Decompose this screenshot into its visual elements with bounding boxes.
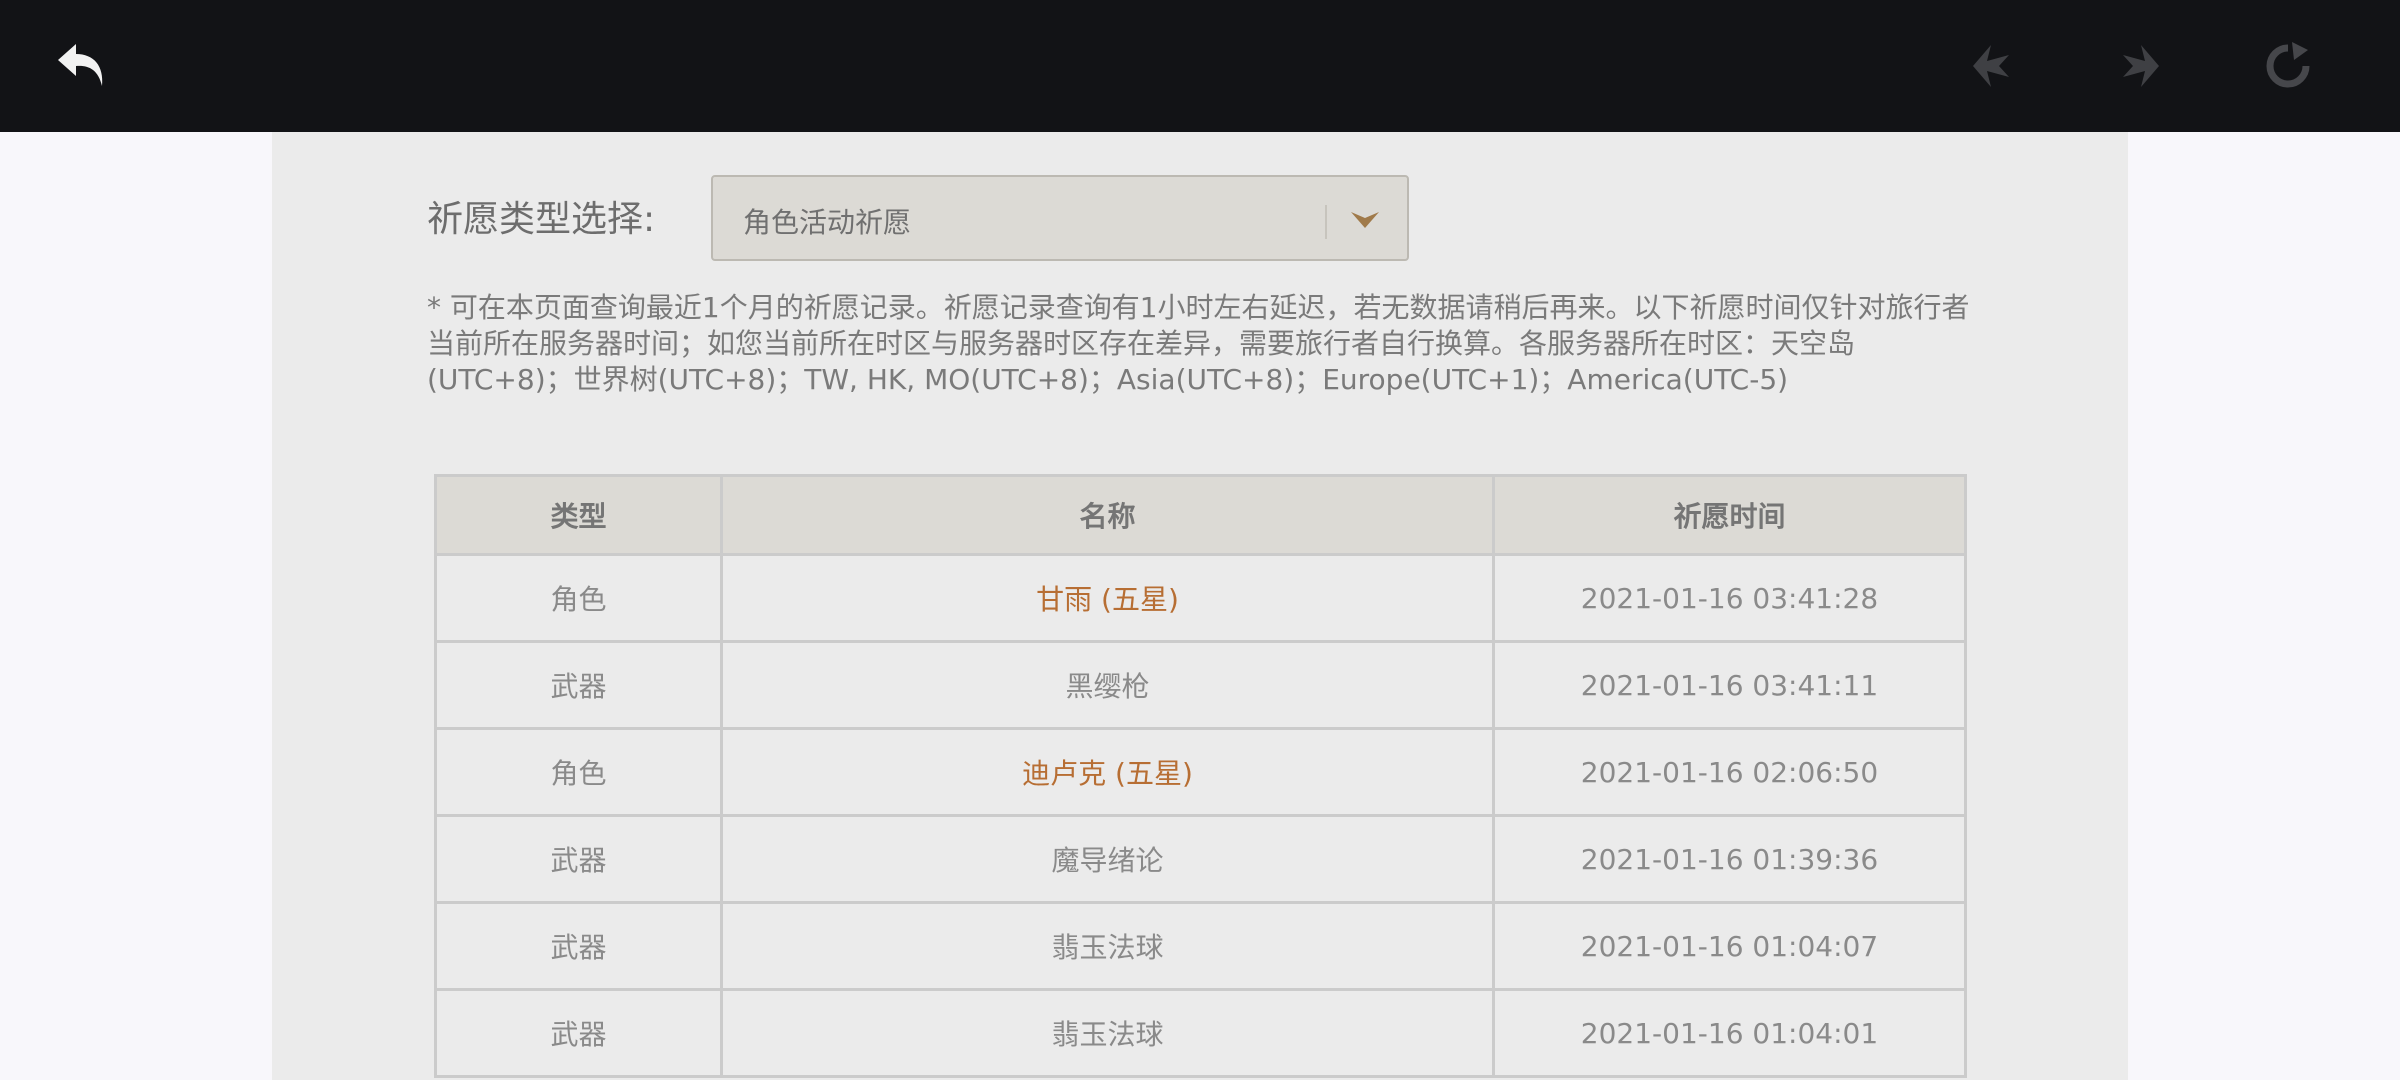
refresh-icon <box>2266 42 2310 88</box>
cell-time: 2021-01-16 03:41:11 <box>1492 640 1967 730</box>
cell-name: 黑缨枪 <box>720 640 1495 730</box>
chevron-down-icon <box>1345 201 1385 239</box>
refresh-button[interactable] <box>2258 36 2318 96</box>
table-row: 武器 翡玉法球 2021-01-16 01:04:07 <box>434 901 1967 991</box>
cell-name: 魔导绪论 <box>720 814 1495 904</box>
gacha-history-panel: 祈愿类型选择: 角色活动祈愿 * 可在本页面查询最近1个月的祈愿记录。祈愿记录查… <box>272 132 2128 1080</box>
header-type: 类型 <box>434 474 723 556</box>
select-divider <box>1325 205 1327 239</box>
wish-type-select[interactable]: 角色活动祈愿 <box>711 175 1409 261</box>
table-row: 武器 魔导绪论 2021-01-16 01:39:36 <box>434 814 1967 904</box>
cell-type: 武器 <box>434 901 723 991</box>
table-row: 武器 翡玉法球 2021-01-16 01:04:01 <box>434 988 1967 1078</box>
top-toolbar <box>0 0 2400 132</box>
wish-history-table: 类型 名称 祈愿时间 角色 甘雨 (五星) 2021-01-16 03:41:2… <box>434 474 1967 1078</box>
table-row: 角色 迪卢克 (五星) 2021-01-16 02:06:50 <box>434 727 1967 817</box>
back-button[interactable] <box>52 36 112 96</box>
cell-type: 武器 <box>434 814 723 904</box>
table-row: 武器 黑缨枪 2021-01-16 03:41:11 <box>434 640 1967 730</box>
header-name: 名称 <box>720 474 1495 556</box>
cell-type: 角色 <box>434 553 723 643</box>
wish-type-selected: 角色活动祈愿 <box>743 206 912 239</box>
cell-name: 翡玉法球 <box>720 901 1495 991</box>
prev-diamond-icon <box>1973 45 2009 87</box>
query-notice: * 可在本页面查询最近1个月的祈愿记录。祈愿记录查询有1小时左右延迟，若无数据请… <box>427 291 1970 396</box>
cell-time: 2021-01-16 03:41:28 <box>1492 553 1967 643</box>
cell-name: 翡玉法球 <box>720 988 1495 1078</box>
next-diamond-icon <box>2123 45 2159 87</box>
table-header-row: 类型 名称 祈愿时间 <box>434 474 1967 556</box>
next-page-button[interactable] <box>2110 36 2170 96</box>
cell-time: 2021-01-16 01:04:07 <box>1492 901 1967 991</box>
cell-type: 武器 <box>434 988 723 1078</box>
back-arrow-icon <box>58 44 103 86</box>
cell-time: 2021-01-16 01:39:36 <box>1492 814 1967 904</box>
cell-type: 角色 <box>434 727 723 817</box>
cell-name: 迪卢克 (五星) <box>720 727 1495 817</box>
table-row: 角色 甘雨 (五星) 2021-01-16 03:41:28 <box>434 553 1967 643</box>
cell-time: 2021-01-16 02:06:50 <box>1492 727 1967 817</box>
cell-type: 武器 <box>434 640 723 730</box>
cell-name: 甘雨 (五星) <box>720 553 1495 643</box>
prev-page-button[interactable] <box>1962 36 2022 96</box>
wish-type-label: 祈愿类型选择: <box>427 199 656 240</box>
header-time: 祈愿时间 <box>1492 474 1967 556</box>
cell-time: 2021-01-16 01:04:01 <box>1492 988 1967 1078</box>
